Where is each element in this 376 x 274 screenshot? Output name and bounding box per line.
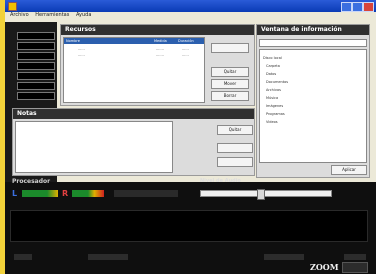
notas-button-3[interactable] <box>217 157 253 167</box>
info-path-bar[interactable] <box>259 39 367 47</box>
vu-label-r: R <box>62 189 69 198</box>
title-bar <box>5 0 376 12</box>
close-button[interactable] <box>363 2 374 12</box>
recursos-panel: Recursos Nombre Medida Duración ...... .… <box>60 24 255 106</box>
recursos-table-header: Nombre Medida Duración <box>64 38 204 44</box>
audio-level-slider[interactable] <box>200 189 332 200</box>
quitar-button[interactable]: Quitar <box>211 67 249 77</box>
notas-title: Notas <box>13 109 254 119</box>
tree-item-2[interactable]: Carpeta <box>266 64 280 68</box>
recursos-row-2-a: ....... <box>156 53 164 57</box>
folder-tree[interactable]: Disco local Carpeta Datos Documentos Arc… <box>259 49 367 163</box>
menu-item-archivo[interactable]: Archivo <box>10 12 29 18</box>
borrar-button[interactable]: Borrar <box>211 91 249 101</box>
footer-control-3[interactable] <box>264 254 304 260</box>
maximize-button[interactable] <box>352 2 363 12</box>
audio-slider-thumb[interactable] <box>257 189 265 200</box>
aplicar-button[interactable]: Aplicar <box>331 165 367 175</box>
recursos-row-1-name[interactable]: ...... <box>78 47 85 51</box>
footer-right-control[interactable] <box>344 254 366 260</box>
sidebar-button-3[interactable] <box>17 52 55 60</box>
vu-meter-extra <box>114 190 178 197</box>
sidebar-button-7[interactable] <box>17 92 55 100</box>
tree-item-8[interactable]: Programas <box>266 112 285 116</box>
app-icon <box>8 2 17 11</box>
processor-title: Procesador <box>12 178 51 185</box>
notas-panel: Notas Quitar <box>12 108 255 176</box>
app-window: Archivo Herramientas Ayuda Recursos Nomb… <box>0 0 376 274</box>
tree-item-7[interactable]: Imágenes <box>266 104 283 108</box>
vu-meter-r <box>72 190 104 197</box>
sidebar-button-5[interactable] <box>17 72 55 80</box>
menu-bar: Archivo Herramientas Ayuda <box>5 12 376 20</box>
recursos-row-1-a: ....... <box>156 47 164 51</box>
col-duracion[interactable]: Duración <box>178 38 194 44</box>
col-medida[interactable]: Medida <box>154 38 167 44</box>
audio-level-title: Nivel de Audio <box>200 178 241 184</box>
notas-button-2[interactable] <box>217 143 253 153</box>
sidebar-button-4[interactable] <box>17 62 55 70</box>
mover-button[interactable]: Mover <box>211 79 249 89</box>
recursos-title: Recursos <box>61 25 254 35</box>
tree-item-6[interactable]: Música <box>266 96 278 100</box>
minimize-button[interactable] <box>341 2 352 12</box>
vu-label-l: L <box>12 189 18 198</box>
footer-left-control[interactable] <box>14 254 32 260</box>
recursos-button-1[interactable] <box>211 43 249 53</box>
info-title: Ventana de información <box>257 25 369 35</box>
sidebar-button-1[interactable] <box>17 32 55 40</box>
recursos-list[interactable]: Nombre Medida Duración ...... ....... ..… <box>63 37 205 103</box>
tree-item-3[interactable]: Datos <box>266 72 276 76</box>
recursos-row-1-b: ...... <box>182 47 189 51</box>
timeline-track[interactable] <box>10 210 368 242</box>
col-nombre[interactable]: Nombre <box>66 38 80 44</box>
vu-meter-l <box>22 190 58 197</box>
notas-textarea[interactable] <box>15 121 173 173</box>
info-panel: Ventana de información Disco local Carpe… <box>256 24 370 178</box>
tree-item-5[interactable]: Archivos <box>266 88 281 92</box>
notas-quitar-button[interactable]: Quitar <box>217 125 253 135</box>
menu-item-herramientas[interactable]: Herramientas <box>35 12 69 18</box>
sidebar-button-6[interactable] <box>17 82 55 90</box>
sidebar-button-2[interactable] <box>17 42 55 50</box>
tree-item-9[interactable]: Videos <box>266 120 278 124</box>
footer-control-2[interactable] <box>88 254 128 260</box>
tree-item-4[interactable]: Documentos <box>266 80 288 84</box>
zoom-label: ZOOM <box>310 262 339 272</box>
tree-item-1[interactable]: Disco local <box>263 56 282 60</box>
recursos-row-2-b: ...... <box>182 53 189 57</box>
zoom-button[interactable] <box>342 262 368 273</box>
menu-item-ayuda[interactable]: Ayuda <box>76 12 91 18</box>
recursos-row-2-name[interactable]: ...... <box>78 53 85 57</box>
